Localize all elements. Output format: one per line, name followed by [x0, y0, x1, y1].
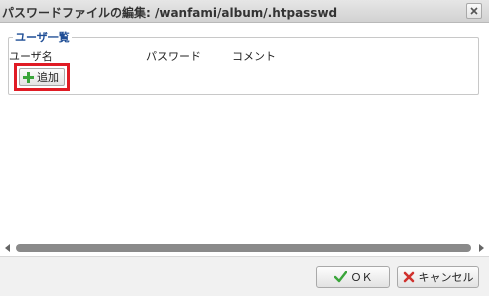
- title-bar[interactable]: パスワードファイルの編集: /wanfami/album/.htpasswd: [0, 0, 489, 23]
- column-header-password: パスワード: [146, 50, 201, 63]
- ok-button[interactable]: ＯＫ: [316, 266, 390, 288]
- ok-button-label: ＯＫ: [350, 271, 373, 284]
- cancel-button[interactable]: キャンセル: [397, 266, 479, 288]
- dialog-footer: ＯＫ キャンセル: [0, 256, 489, 296]
- add-button-highlight: 追加: [14, 63, 70, 91]
- password-file-dialog: パスワードファイルの編集: /wanfami/album/.htpasswd ユ…: [0, 0, 489, 296]
- cancel-button-label: キャンセル: [418, 271, 474, 284]
- user-list-group: ユーザ一覧 ユーザ名 パスワード コメント 追加: [8, 29, 479, 95]
- dialog-content: ユーザ一覧 ユーザ名 パスワード コメント 追加: [0, 23, 489, 243]
- plus-icon: [23, 71, 34, 83]
- close-icon: [470, 7, 478, 15]
- user-list-legend: ユーザ一覧: [15, 31, 70, 44]
- scroll-right-arrow-icon[interactable]: [479, 244, 484, 252]
- column-header-comment: コメント: [232, 50, 276, 63]
- scrollbar-thumb[interactable]: [16, 244, 471, 252]
- x-icon: [403, 271, 414, 283]
- add-button-label: 追加: [37, 71, 59, 84]
- check-icon: [333, 271, 347, 283]
- scroll-left-arrow-icon[interactable]: [5, 244, 10, 252]
- column-header-username: ユーザ名: [9, 50, 53, 63]
- dialog-title: パスワードファイルの編集: /wanfami/album/.htpasswd: [2, 6, 338, 20]
- add-user-button[interactable]: 追加: [19, 68, 65, 86]
- close-button[interactable]: [466, 3, 482, 19]
- horizontal-scrollbar[interactable]: [4, 243, 485, 253]
